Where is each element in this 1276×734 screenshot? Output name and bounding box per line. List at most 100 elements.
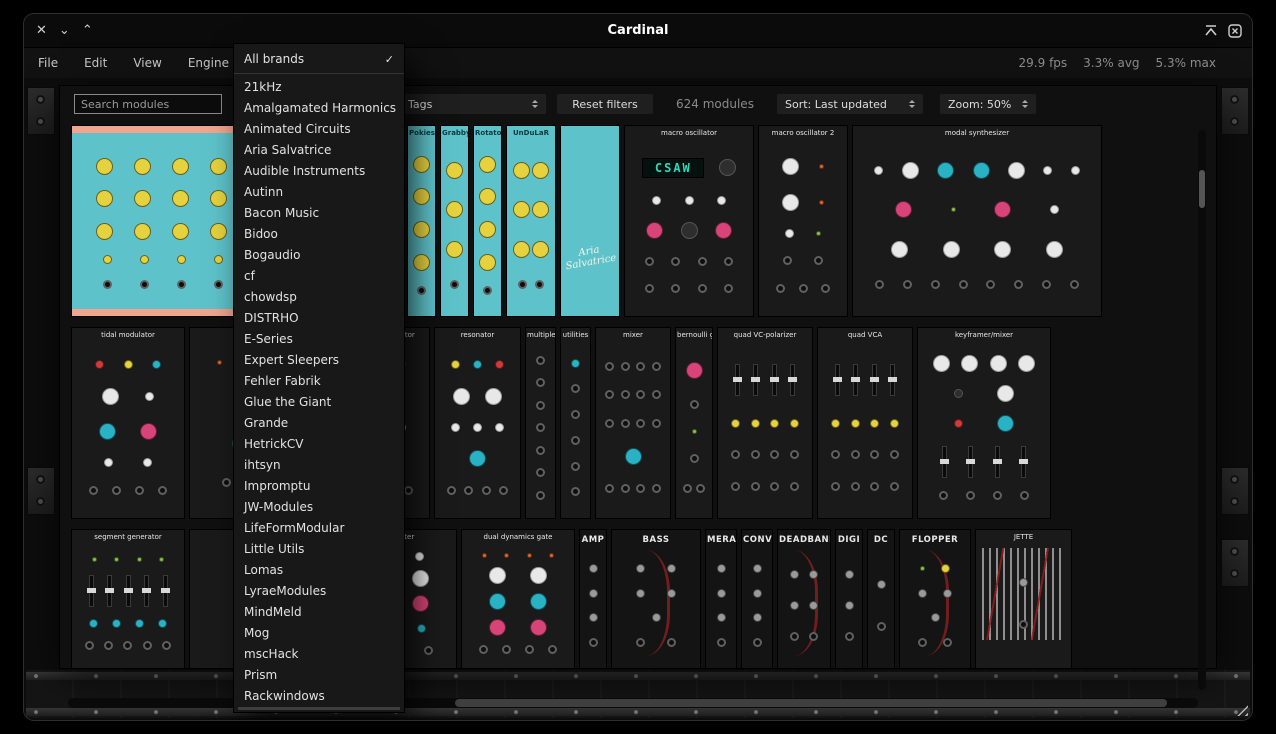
module-mera[interactable]: MERA — [706, 530, 736, 668]
knob[interactable] — [1043, 166, 1052, 175]
knob[interactable] — [831, 419, 840, 428]
brand-menu-item[interactable]: Prism — [234, 665, 404, 686]
brand-menu-item[interactable]: Mog — [234, 623, 404, 644]
jack-port[interactable] — [214, 280, 223, 289]
module-digi[interactable]: DIGI — [836, 530, 862, 668]
jack-port[interactable] — [112, 486, 121, 495]
jack-port[interactable] — [605, 484, 614, 493]
knob[interactable] — [715, 222, 732, 239]
brand-menu-item[interactable]: E-Series — [234, 329, 404, 350]
brand-menu-item[interactable]: Aria Salvatrice — [234, 140, 404, 161]
module-multiples[interactable]: multiples — [526, 328, 555, 518]
jack-port[interactable] — [636, 419, 645, 428]
module-conv[interactable]: CONV — [742, 530, 772, 668]
knob[interactable] — [210, 223, 227, 240]
knob[interactable] — [990, 355, 1007, 372]
horizontal-scrollbar-thumb[interactable] — [455, 699, 1167, 707]
jack-port[interactable] — [959, 280, 968, 289]
vertical-scrollbar-thumb[interactable] — [1199, 170, 1205, 208]
close-box-icon[interactable] — [1228, 24, 1242, 38]
jack-port[interactable] — [731, 450, 740, 459]
knob[interactable] — [479, 221, 496, 238]
brand-menu-item[interactable]: mscHack — [234, 644, 404, 665]
jack-port[interactable] — [652, 484, 661, 493]
tags-dropdown[interactable]: Tags — [400, 94, 546, 114]
jack-port[interactable] — [536, 378, 545, 387]
knob[interactable] — [1046, 241, 1063, 258]
jack-port[interactable] — [525, 645, 534, 654]
slider[interactable] — [107, 575, 112, 607]
jack-port[interactable] — [845, 632, 854, 641]
jack-port[interactable] — [589, 638, 598, 647]
knob[interactable] — [652, 613, 661, 622]
knob[interactable] — [158, 619, 167, 628]
brand-menu-item[interactable]: Amalgamated Harmonics — [234, 98, 404, 119]
knob[interactable] — [1071, 166, 1080, 175]
knob[interactable] — [412, 595, 429, 612]
knob[interactable] — [809, 601, 818, 610]
knob[interactable] — [870, 419, 879, 428]
jack-port[interactable] — [536, 446, 545, 455]
jack-port[interactable] — [698, 284, 707, 293]
jack-port[interactable] — [877, 622, 886, 631]
jack-port[interactable] — [799, 284, 808, 293]
jack-port[interactable] — [104, 641, 113, 650]
knob[interactable] — [177, 255, 186, 264]
jack-port[interactable] — [89, 486, 98, 495]
jack-port[interactable] — [696, 484, 705, 493]
brand-menu-item[interactable]: Audible Instruments — [234, 161, 404, 182]
knob[interactable] — [933, 355, 950, 372]
knob[interactable] — [210, 190, 227, 207]
slider[interactable] — [790, 364, 795, 396]
jack-port[interactable] — [770, 450, 779, 459]
knob[interactable] — [809, 570, 818, 579]
jack-port[interactable] — [483, 286, 492, 295]
knob[interactable] — [571, 359, 580, 368]
module-macro-oscillator-2[interactable]: macro oscillator 2 — [759, 126, 847, 316]
module-tidal-modulator[interactable]: tidal modulator — [72, 328, 184, 518]
knob[interactable] — [513, 241, 530, 258]
knob[interactable] — [589, 564, 598, 573]
knob[interactable] — [994, 241, 1011, 258]
knob[interactable] — [143, 458, 152, 467]
brand-menu-item[interactable]: Bogaudio — [234, 245, 404, 266]
brand-menu-item[interactable]: Impromptu — [234, 476, 404, 497]
knob[interactable] — [495, 423, 504, 432]
brand-menu-item[interactable]: Animated Circuits — [234, 119, 404, 140]
jack-port[interactable] — [790, 632, 799, 641]
jack-port[interactable] — [890, 482, 899, 491]
knob[interactable] — [530, 593, 547, 610]
jack-port[interactable] — [621, 419, 630, 428]
slider[interactable] — [853, 364, 858, 396]
jack-port[interactable] — [571, 410, 580, 419]
knob[interactable] — [446, 201, 463, 218]
knob[interactable] — [530, 619, 547, 636]
jack-port[interactable] — [518, 280, 527, 289]
module-dc[interactable]: DC — [868, 530, 894, 668]
knob[interactable] — [954, 389, 963, 398]
knob[interactable] — [931, 613, 940, 622]
jack-port[interactable] — [790, 450, 799, 459]
module-deadband[interactable]: DEADBAND — [778, 530, 830, 668]
reset-filters-button[interactable]: Reset filters — [557, 94, 653, 114]
slider[interactable] — [772, 364, 777, 396]
knob[interactable] — [943, 241, 960, 258]
knob[interactable] — [446, 162, 463, 179]
jack-port[interactable] — [690, 454, 699, 463]
knob[interactable] — [895, 201, 912, 218]
jack-port[interactable] — [605, 390, 614, 399]
module-keyframer-mixer[interactable]: keyframer/mixer — [918, 328, 1050, 518]
jack-port[interactable] — [123, 641, 132, 650]
brand-menu-item[interactable]: Grande — [234, 413, 404, 434]
knob[interactable] — [134, 190, 151, 207]
knob[interactable] — [451, 423, 460, 432]
module-modal-synthesizer[interactable]: modal synthesizer — [853, 126, 1101, 316]
module-quad-vca[interactable]: quad VCA — [818, 328, 912, 518]
knob[interactable] — [891, 241, 908, 258]
module-amp[interactable]: AMP — [580, 530, 606, 668]
jack-port[interactable] — [536, 401, 545, 410]
knob[interactable] — [413, 221, 430, 238]
knob[interactable] — [890, 419, 899, 428]
module-undular[interactable]: UnDuLaR — [507, 126, 555, 316]
jack-port[interactable] — [621, 362, 630, 371]
